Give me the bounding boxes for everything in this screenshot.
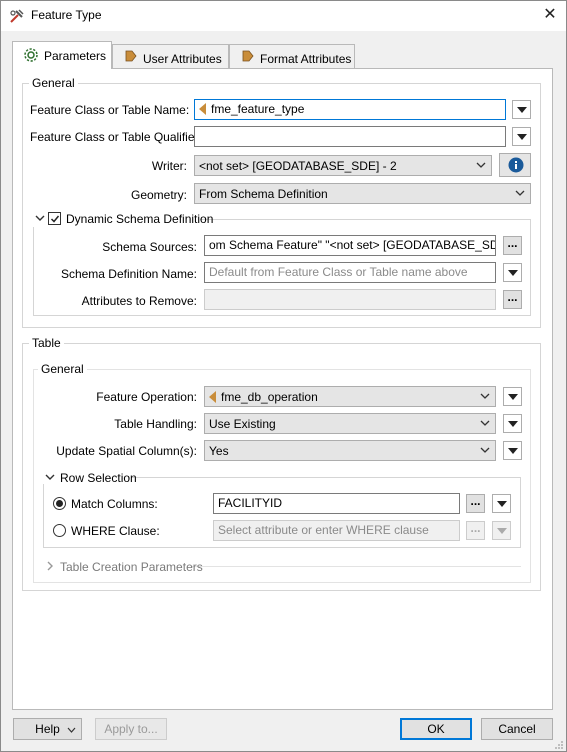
chevron-down-icon bbox=[476, 162, 486, 168]
schema-def-name-label: Schema Definition Name: bbox=[60, 267, 197, 281]
where-clause-label: WHERE Clause: bbox=[71, 524, 160, 538]
cancel-button[interactable]: Cancel bbox=[481, 718, 553, 740]
feature-op-menu-button[interactable] bbox=[503, 387, 522, 406]
tab-format-attributes[interactable]: Format Attributes bbox=[229, 44, 355, 68]
update-spatial-label: Update Spatial Column(s): bbox=[56, 444, 197, 458]
geometry-select[interactable]: From Schema Definition bbox=[194, 183, 531, 204]
checkmark-icon bbox=[50, 215, 60, 223]
collapse-chevron-icon[interactable] bbox=[45, 472, 55, 482]
qualifier-menu-button[interactable] bbox=[512, 127, 531, 146]
tab-user-attributes-label: User Attributes bbox=[143, 52, 222, 66]
table-handling-label: Table Handling: bbox=[114, 417, 197, 431]
chevron-down-icon bbox=[67, 727, 76, 733]
feature-class-label: Feature Class or Table Name: bbox=[30, 103, 190, 117]
table-handling-select[interactable]: Use Existing bbox=[204, 413, 496, 434]
schema-def-name-input[interactable]: Default from Feature Class or Table name… bbox=[204, 262, 496, 283]
feature-op-select[interactable]: fme_db_operation bbox=[204, 386, 496, 407]
attrs-remove-label: Attributes to Remove: bbox=[81, 294, 197, 308]
where-clause-menu-button[interactable] bbox=[492, 521, 511, 540]
schema-def-name-menu-button[interactable] bbox=[503, 263, 522, 282]
feature-op-label: Feature Operation: bbox=[96, 390, 197, 404]
table-handling-menu-button[interactable] bbox=[503, 414, 522, 433]
info-icon bbox=[508, 157, 524, 173]
expand-chevron-icon[interactable] bbox=[45, 561, 55, 571]
general-group-title: General bbox=[29, 76, 78, 90]
match-columns-input[interactable]: FACILITYID bbox=[213, 493, 460, 514]
attribute-tag-icon bbox=[125, 50, 137, 62]
apply-to-button[interactable]: Apply to... bbox=[95, 718, 167, 740]
schema-sources-input[interactable]: om Schema Feature" "<not set> [GEODATABA… bbox=[204, 235, 496, 256]
qualifier-label: Feature Class or Table Qualifier: bbox=[30, 130, 202, 144]
schema-sources-label: Schema Sources: bbox=[102, 240, 197, 254]
attrs-remove-browse-button[interactable]: ... bbox=[503, 290, 522, 309]
creation-params-label[interactable]: Table Creation Parameters bbox=[60, 560, 203, 574]
tab-parameters[interactable]: Parameters bbox=[12, 41, 112, 69]
table-general-title: General bbox=[38, 362, 87, 376]
help-button[interactable]: Help bbox=[13, 718, 82, 740]
resize-grip-icon[interactable] bbox=[554, 740, 564, 750]
fme-app-icon bbox=[9, 8, 25, 24]
writer-info-button[interactable] bbox=[499, 153, 531, 177]
chevron-down-icon bbox=[480, 393, 490, 399]
where-clause-browse-button[interactable]: ... bbox=[466, 521, 485, 540]
match-columns-menu-button[interactable] bbox=[492, 494, 511, 513]
dynamic-schema-label: Dynamic Schema Definition bbox=[66, 212, 214, 226]
chevron-down-icon bbox=[480, 420, 490, 426]
attribute-tag-icon bbox=[209, 390, 216, 403]
row-selection-title: Row Selection bbox=[60, 471, 137, 485]
chevron-down-icon bbox=[480, 447, 490, 453]
geometry-label: Geometry: bbox=[130, 188, 187, 202]
tab-user-attributes[interactable]: User Attributes bbox=[112, 44, 229, 68]
feature-class-input[interactable]: fme_feature_type bbox=[194, 99, 506, 120]
tab-parameters-label: Parameters bbox=[44, 49, 107, 63]
where-clause-radio[interactable] bbox=[53, 524, 66, 537]
match-columns-radio[interactable] bbox=[53, 497, 66, 510]
attribute-tag-icon bbox=[199, 102, 206, 115]
writer-select[interactable]: <not set> [GEODATABASE_SDE] - 2 bbox=[194, 155, 492, 176]
window-title: Feature Type bbox=[31, 8, 102, 22]
dynamic-schema-checkbox[interactable] bbox=[48, 212, 61, 225]
table-group-title: Table bbox=[29, 336, 64, 350]
close-button[interactable]: ✕ bbox=[539, 4, 561, 26]
collapse-chevron-icon[interactable] bbox=[35, 213, 45, 223]
match-columns-label: Match Columns: bbox=[71, 497, 158, 511]
schema-sources-browse-button[interactable]: ... bbox=[503, 236, 522, 255]
where-clause-input[interactable]: Select attribute or enter WHERE clause bbox=[213, 520, 460, 541]
gear-icon bbox=[23, 47, 39, 63]
ok-button[interactable]: OK bbox=[400, 718, 472, 740]
chevron-down-icon bbox=[515, 190, 525, 196]
update-spatial-select[interactable]: Yes bbox=[204, 440, 496, 461]
attribute-tag-icon bbox=[242, 50, 254, 62]
match-columns-browse-button[interactable]: ... bbox=[466, 494, 485, 513]
writer-label: Writer: bbox=[151, 159, 187, 173]
attrs-remove-input[interactable] bbox=[204, 289, 496, 310]
update-spatial-menu-button[interactable] bbox=[503, 441, 522, 460]
qualifier-input[interactable] bbox=[194, 126, 506, 147]
tab-format-attributes-label: Format Attributes bbox=[260, 52, 352, 66]
feature-class-menu-button[interactable] bbox=[512, 100, 531, 119]
